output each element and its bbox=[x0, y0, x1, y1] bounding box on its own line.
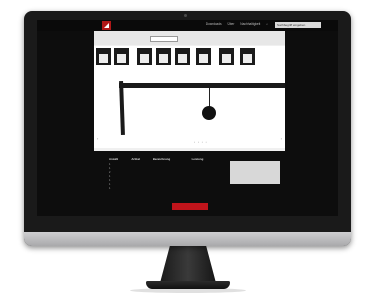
next-arrow-icon[interactable]: › bbox=[281, 136, 282, 141]
parts-table: Anzahl Artikel Bezeichnung Leistung 1121… bbox=[109, 157, 219, 191]
tile-component-8[interactable] bbox=[240, 48, 255, 65]
table-row: 1 bbox=[109, 187, 219, 191]
track-rail-vertical bbox=[119, 80, 125, 136]
tile-image bbox=[178, 54, 187, 63]
tile-image bbox=[99, 54, 108, 63]
search-icon[interactable]: ⌕ bbox=[266, 22, 268, 26]
table-cell: 1 bbox=[109, 187, 111, 191]
header-button[interactable] bbox=[150, 36, 178, 42]
tile-component-7[interactable] bbox=[219, 48, 234, 65]
table-cell bbox=[192, 187, 219, 191]
tile-image bbox=[199, 54, 208, 63]
tile-component-2[interactable] bbox=[114, 48, 129, 65]
tile-component-6[interactable] bbox=[196, 48, 211, 65]
nav-item-ueber[interactable]: Über bbox=[227, 22, 234, 26]
top-nav: Downloads Über Nachhaltigkeit ⌕ bbox=[201, 22, 268, 26]
component-tiles bbox=[94, 46, 285, 66]
tile-image bbox=[222, 54, 231, 63]
screen: Downloads Über Nachhaltigkeit ⌕ Suchbegr… bbox=[37, 20, 338, 216]
product-preview: ‹ • • • • › bbox=[94, 66, 285, 148]
configurator-page: ‹ • • • • › bbox=[94, 31, 285, 151]
tile-image bbox=[159, 54, 168, 63]
track-rail bbox=[119, 83, 285, 88]
search-input[interactable]: Suchbegriff eingeben bbox=[275, 22, 321, 28]
monitor-chin bbox=[24, 232, 351, 246]
page-header bbox=[94, 31, 285, 45]
table-cell bbox=[153, 187, 192, 191]
parts-table-body: 1121111 bbox=[109, 162, 219, 191]
monitor-stand-base bbox=[146, 281, 230, 289]
brand-logo-icon[interactable] bbox=[102, 21, 111, 30]
table-cell bbox=[131, 187, 152, 191]
nav-item-nachhaltigkeit[interactable]: Nachhaltigkeit bbox=[240, 22, 260, 26]
monitor-stand-neck bbox=[160, 245, 216, 283]
parts-list: Anzahl Artikel Bezeichnung Leistung 1121… bbox=[109, 157, 219, 191]
site-topbar: Downloads Über Nachhaltigkeit ⌕ Suchbegr… bbox=[37, 20, 338, 31]
camera-icon bbox=[184, 14, 187, 17]
price-summary bbox=[230, 161, 280, 184]
tile-image bbox=[140, 54, 149, 63]
pendant-cable bbox=[209, 88, 210, 108]
pendant-light bbox=[202, 106, 216, 120]
imac-monitor: Downloads Über Nachhaltigkeit ⌕ Suchbegr… bbox=[24, 11, 351, 246]
tile-image bbox=[117, 54, 126, 63]
tile-component-1[interactable] bbox=[96, 48, 111, 65]
prev-arrow-icon[interactable]: ‹ bbox=[97, 136, 98, 141]
nav-item-downloads[interactable]: Downloads bbox=[206, 22, 222, 26]
tile-component-5[interactable] bbox=[175, 48, 190, 65]
tile-image bbox=[243, 54, 252, 63]
tile-component-3[interactable] bbox=[137, 48, 152, 65]
tile-component-4[interactable] bbox=[156, 48, 171, 65]
slider-dots[interactable]: • • • • bbox=[194, 140, 208, 144]
request-button[interactable] bbox=[172, 203, 208, 210]
